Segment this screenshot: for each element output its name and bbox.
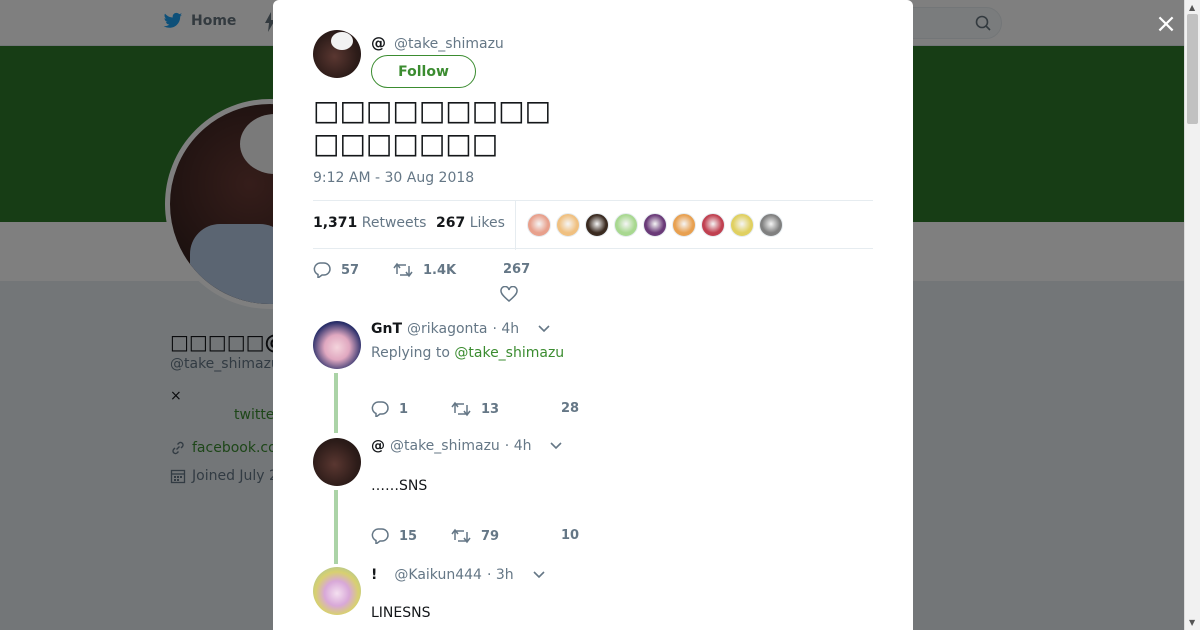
reply-header: @ @take_shimazu · 4h	[371, 438, 563, 454]
liker-avatar[interactable]	[730, 213, 754, 237]
like-button[interactable]	[500, 286, 518, 302]
reply-author-name[interactable]: @	[371, 438, 385, 454]
like-count: 28	[561, 401, 580, 416]
reply-tweet[interactable]: @ @take_shimazu · 4h ……SNS 15 79 10	[313, 438, 873, 564]
close-button[interactable]: ×	[1152, 10, 1180, 38]
reply-text: LINESNS	[371, 605, 431, 621]
reply-actions: 15 79 10	[371, 528, 671, 552]
tweet-actions: 57 1.4K 267	[313, 258, 873, 288]
retweet-icon	[451, 528, 471, 544]
reply-avatar[interactable]	[313, 567, 361, 615]
reply-author-name[interactable]: GnT	[371, 321, 402, 337]
scrollbar[interactable]: ▲ ▼	[1184, 0, 1200, 630]
liker-avatar[interactable]	[614, 213, 638, 237]
retweet-icon	[393, 262, 413, 278]
likers-avatars	[527, 213, 783, 237]
liker-avatar[interactable]	[585, 213, 609, 237]
stats-divider	[515, 201, 516, 250]
reply-action[interactable]: 1	[371, 401, 408, 417]
reply-tweet[interactable]: GnT @rikagonta · 4h Replying to @take_sh…	[313, 321, 873, 433]
reply-action[interactable]: 57	[313, 262, 359, 278]
reply-action[interactable]: 15	[371, 528, 417, 544]
like-count: 267	[503, 262, 531, 277]
tweet-text: □□□□□□□□□ □□□□□□□	[313, 94, 552, 160]
liker-avatar[interactable]	[672, 213, 696, 237]
replying-to-link[interactable]: @take_shimazu	[454, 345, 564, 361]
thread-line	[334, 490, 338, 564]
liker-avatar[interactable]	[701, 213, 725, 237]
follow-button[interactable]: Follow	[371, 55, 476, 88]
chevron-down-icon[interactable]	[533, 571, 545, 579]
like-action[interactable]: 28	[561, 401, 579, 416]
liker-avatar[interactable]	[556, 213, 580, 237]
scroll-down-icon[interactable]: ▼	[1189, 618, 1195, 627]
tweet-modal: @ @take_shimazu Follow □□□□□□□□□ □□□□□□□…	[273, 0, 913, 630]
reply-time[interactable]: · 4h	[493, 321, 520, 337]
reply-author-name[interactable]: !	[371, 567, 377, 583]
like-count: 10	[561, 528, 580, 543]
liker-avatar[interactable]	[643, 213, 667, 237]
thread-line	[334, 373, 338, 433]
reply-icon	[371, 528, 389, 544]
retweet-action[interactable]: 79	[451, 528, 499, 544]
reply-icon	[313, 262, 331, 278]
reply-author-handle[interactable]: @rikagonta	[407, 321, 487, 337]
retweet-count: 79	[481, 528, 500, 544]
likes-count: 267	[436, 215, 466, 231]
tweet-timestamp[interactable]: 9:12 AM - 30 Aug 2018	[313, 170, 474, 186]
retweet-action[interactable]: 13	[451, 401, 499, 417]
retweet-icon	[451, 401, 471, 417]
like-action[interactable]: 10	[561, 528, 579, 543]
reply-icon	[371, 401, 389, 417]
retweets-stat[interactable]: 1,371 Retweets	[313, 215, 426, 231]
retweets-label: Retweets	[361, 215, 427, 231]
chevron-down-icon[interactable]	[550, 442, 563, 450]
reply-author-handle[interactable]: @Kaikun444	[394, 567, 482, 583]
scrollbar-thumb[interactable]	[1187, 14, 1198, 124]
author-avatar[interactable]	[313, 30, 361, 78]
retweets-count: 1,371	[313, 215, 358, 231]
reply-header: GnT @rikagonta · 4h	[371, 321, 550, 337]
reply-actions: 1 13 28	[371, 401, 671, 425]
chevron-down-icon[interactable]	[538, 325, 550, 333]
reply-count: 1	[399, 401, 409, 417]
reply-avatar[interactable]	[313, 438, 361, 486]
reply-header: ! @Kaikun444 · 3h	[371, 567, 545, 583]
retweet-action[interactable]: 1.4K	[393, 262, 456, 278]
tweet-stats: 1,371 Retweets 267 Likes	[313, 200, 873, 250]
replying-to-prefix: Replying to	[371, 345, 450, 361]
reply-text: ……SNS	[371, 478, 428, 494]
scroll-up-icon[interactable]: ▲	[1189, 3, 1195, 12]
retweet-count: 13	[481, 401, 500, 417]
likes-label: Likes	[469, 215, 505, 231]
heart-icon	[500, 286, 518, 302]
reply-avatar[interactable]	[313, 321, 361, 369]
liker-avatar[interactable]	[527, 213, 551, 237]
reply-time[interactable]: · 4h	[505, 438, 532, 454]
retweet-count: 1.4K	[423, 262, 457, 278]
reply-count: 57	[341, 262, 360, 278]
reply-count: 15	[399, 528, 418, 544]
author-name: @	[371, 34, 386, 52]
likes-stat[interactable]: 267 Likes	[436, 215, 505, 231]
author-handle: @take_shimazu	[394, 36, 504, 52]
reply-author-handle[interactable]: @take_shimazu	[390, 438, 500, 454]
author-info[interactable]: @ @take_shimazu	[371, 34, 504, 52]
liker-avatar[interactable]	[759, 213, 783, 237]
reply-time[interactable]: · 3h	[487, 567, 514, 583]
replying-to: Replying to @take_shimazu	[371, 345, 564, 361]
like-count-action[interactable]: 267	[503, 262, 530, 277]
reply-tweet[interactable]: ! @Kaikun444 · 3h LINESNS	[313, 567, 873, 630]
